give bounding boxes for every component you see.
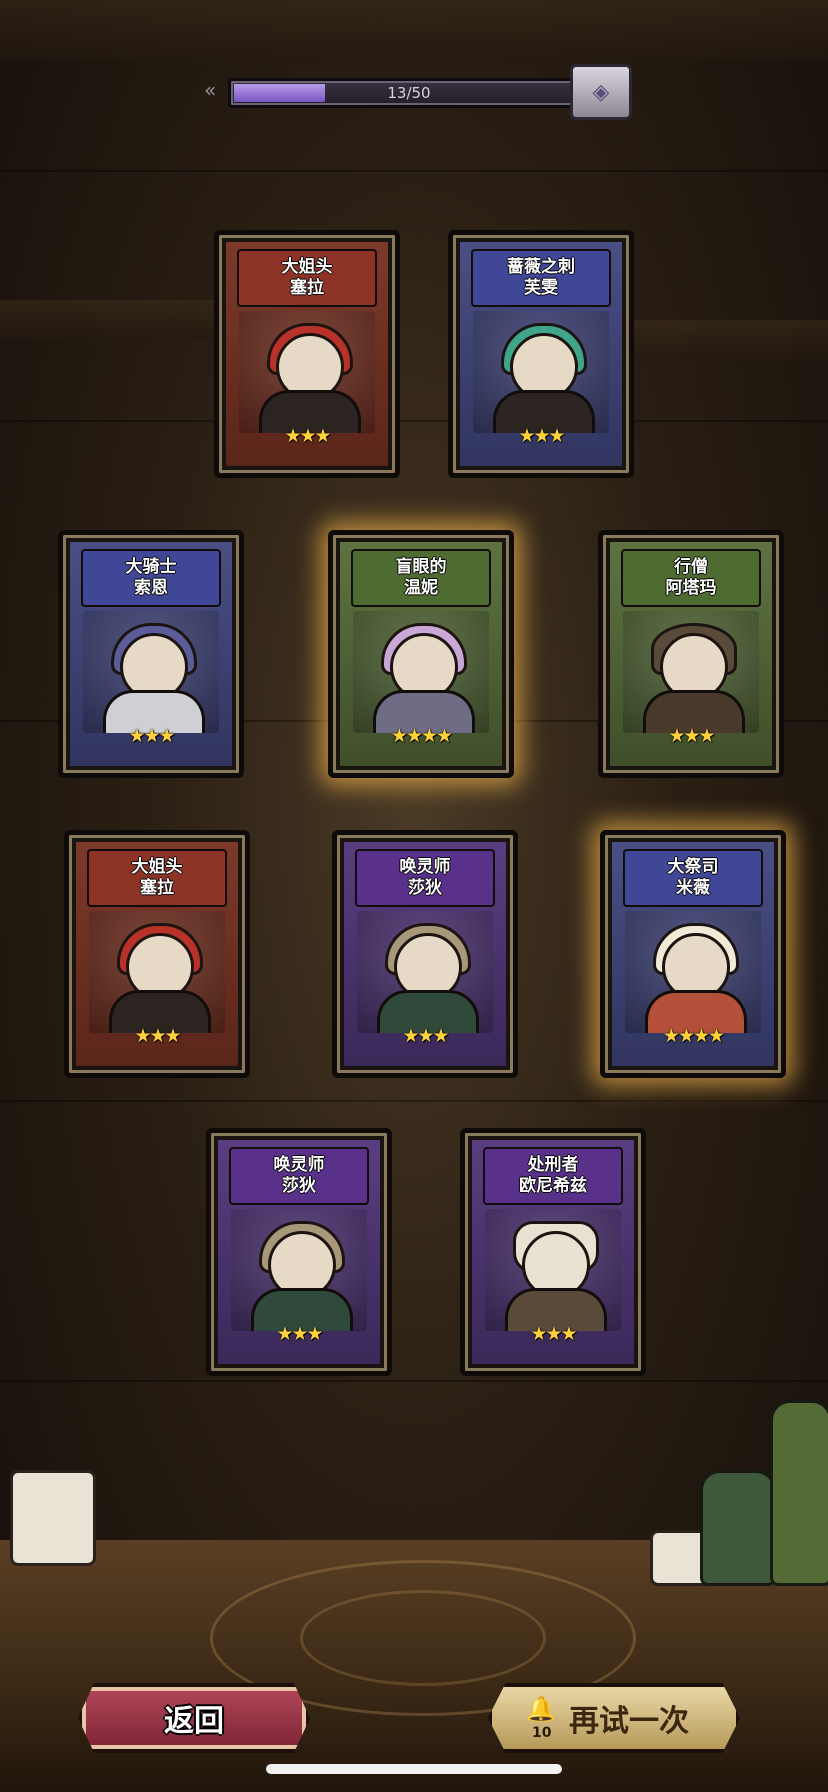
card-name: 塞拉 [140,878,174,898]
retry-button-label: 再试一次 [569,1704,689,1739]
star-rating: ★★★ [530,1323,577,1345]
hero-portrait [83,611,219,733]
hero-portrait [231,1209,367,1331]
hero-card[interactable]: 大祭司 米薇 ★★★★ [600,830,786,1078]
card-name: 米薇 [676,878,710,898]
hero-card[interactable]: 大姐头 塞拉 ★★★ [214,230,400,478]
hero-portrait [625,911,761,1033]
star-rating: ★★★ [128,725,175,747]
hero-portrait [239,311,375,433]
hero-portrait [623,611,759,733]
hero-portrait [357,911,493,1033]
hero-card[interactable]: 处刑者 欧尼希兹 ★★★ [460,1128,646,1376]
progress-label: 13/50 [387,84,431,102]
card-name: 莎狄 [282,1176,316,1196]
hero-portrait [485,1209,621,1331]
retry-cost: 10 [532,1725,552,1741]
card-banner: 盲眼的 温妮 [351,549,491,607]
card-name: 塞拉 [290,278,324,298]
card-title: 大姐头 [281,257,333,277]
star-rating: ★★★ [276,1323,323,1345]
card-banner: 唤灵师 莎狄 [229,1147,369,1205]
hero-card[interactable]: 大姐头 塞拉 ★★★ [64,830,250,1078]
home-indicator[interactable] [266,1764,562,1774]
table-sigil-inner [300,1590,546,1686]
collection-progress-bar: « 13/50 ◈ [204,64,632,120]
progress-track: 13/50 [228,78,590,108]
card-title: 大祭司 [667,857,719,877]
card-name: 欧尼希兹 [519,1176,587,1196]
card-banner: 唤灵师 莎狄 [355,849,495,907]
card-title: 蔷薇之刺 [507,257,575,277]
card-banner: 蔷薇之刺 芙雯 [471,249,611,307]
card-banner: 行僧 阿塔玛 [621,549,761,607]
hero-card[interactable]: 大骑士 索恩 ★★★ [58,530,244,778]
card-banner: 大姐头 塞拉 [237,249,377,307]
hero-portrait [473,311,609,433]
card-title: 大姐头 [131,857,183,877]
treasure-chest-icon[interactable]: ◈ [570,64,632,120]
star-rating: ★★★ [134,1025,181,1047]
card-name: 索恩 [134,578,168,598]
card-name: 阿塔玛 [665,578,717,598]
candle-icon [10,1470,96,1566]
card-name: 芙雯 [524,278,558,298]
star-rating: ★★★ [402,1025,449,1047]
hero-card[interactable]: 唤灵师 莎狄 ★★★ [332,830,518,1078]
card-title: 唤灵师 [273,1155,325,1175]
card-banner: 大祭司 米薇 [623,849,763,907]
hero-card[interactable]: 蔷薇之刺 芙雯 ★★★ [448,230,634,478]
card-title: 处刑者 [527,1155,579,1175]
card-title: 行僧 [674,557,708,577]
hero-card[interactable]: 行僧 阿塔玛 ★★★ [598,530,784,778]
hero-card[interactable]: 盲眼的 温妮 ★★★★ [328,530,514,778]
retry-button[interactable]: 🔔 10 再试一次 [488,1683,740,1753]
star-rating: ★★★★ [662,1025,725,1047]
star-rating: ★★★ [284,425,331,447]
hero-portrait [353,611,489,733]
card-name: 温妮 [404,578,438,598]
hero-portrait [89,911,225,1033]
card-banner: 大姐头 塞拉 [87,849,227,907]
star-rating: ★★★ [518,425,565,447]
bottle-icon [770,1400,828,1586]
card-title: 大骑士 [125,557,177,577]
star-rating: ★★★ [668,725,715,747]
bottle-icon [700,1470,776,1586]
card-title: 唤灵师 [399,857,451,877]
card-banner: 处刑者 欧尼希兹 [483,1147,623,1205]
card-name: 莎狄 [408,878,442,898]
hero-card[interactable]: 唤灵师 莎狄 ★★★ [206,1128,392,1376]
back-button[interactable]: 返回 [78,1683,310,1753]
card-title: 盲眼的 [395,557,447,577]
card-banner: 大骑士 索恩 [81,549,221,607]
star-rating: ★★★★ [390,725,453,747]
bell-icon: 🔔 [526,1695,556,1723]
back-button-label: 返回 [164,1704,224,1739]
